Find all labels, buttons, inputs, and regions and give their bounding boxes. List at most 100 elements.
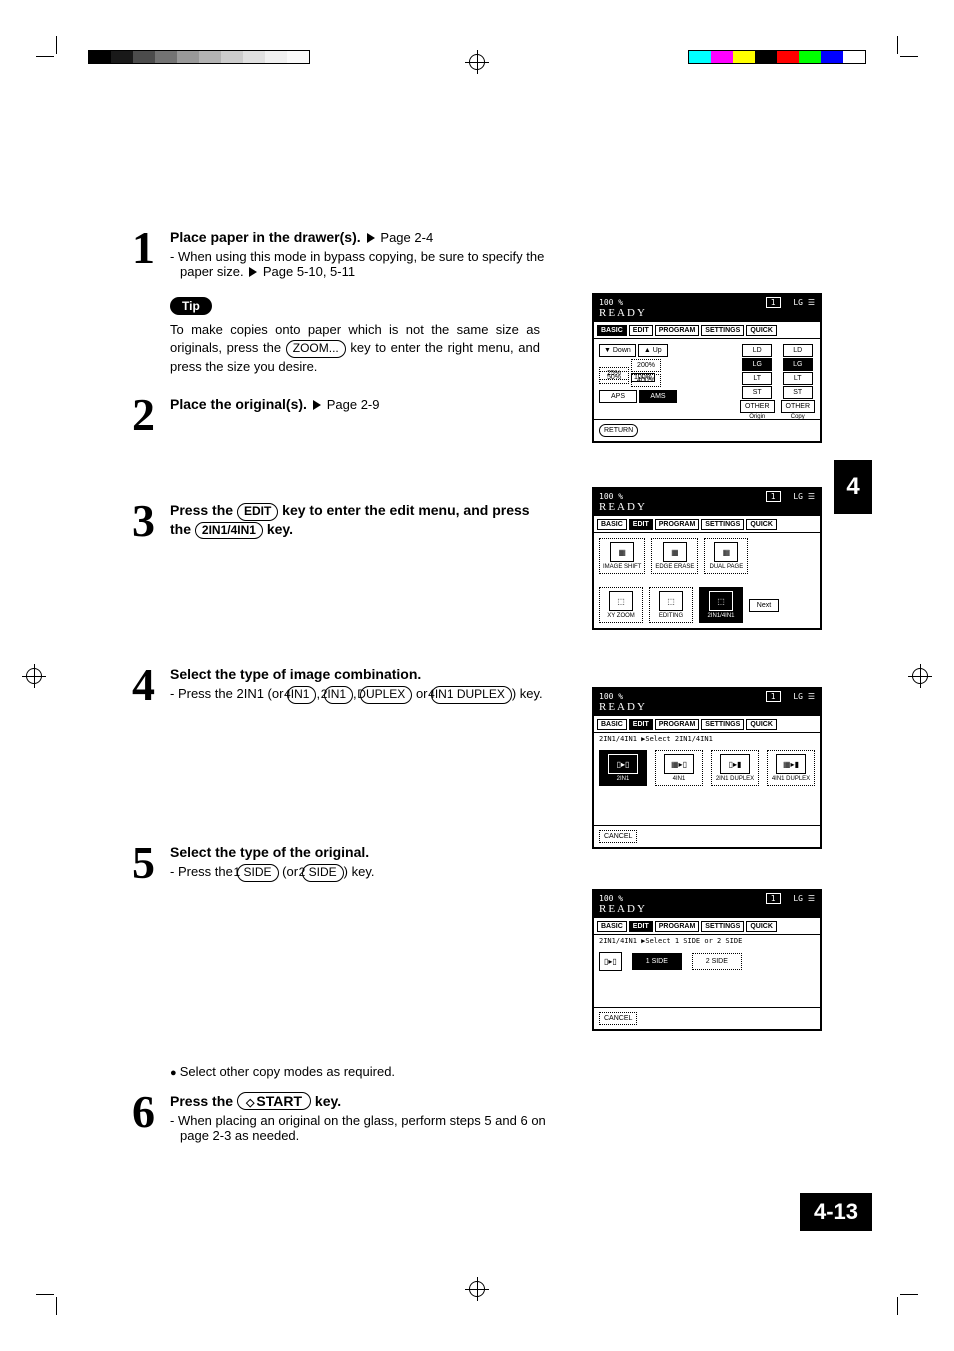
- 2in1-option: ▯▸▯2IN1: [599, 750, 647, 786]
- dualpage-btn: ▦DUAL PAGE: [704, 538, 748, 574]
- 2in1-key: 2IN1: [324, 686, 353, 704]
- tab-program: PROGRAM: [655, 325, 700, 336]
- step-number: 1: [132, 225, 162, 279]
- close-paren: ) key.: [344, 864, 375, 879]
- close-paren: ) key.: [512, 686, 543, 701]
- zoom-pct: 100 %: [599, 492, 623, 501]
- lcd-panel-edit: 100 %READY 1 LG ☰ BASIC EDIT PROGRAM SET…: [592, 487, 822, 630]
- step-title: Place the original(s).: [170, 396, 307, 412]
- paper-size: LG: [793, 894, 803, 903]
- cancel-btn: CANCEL: [599, 830, 637, 843]
- 4in1-key: 4IN1: [287, 686, 316, 704]
- origin-label: Origin: [749, 414, 765, 420]
- step-subtext: When using this mode in bypass copying, …: [178, 249, 544, 279]
- editing-btn: ⬚EDITING: [649, 587, 693, 623]
- ld-btn: LD: [742, 344, 772, 357]
- registration-mark: [908, 664, 932, 688]
- grayscale-bar: [88, 50, 310, 64]
- tab-program: PROGRAM: [655, 519, 700, 530]
- tab-settings: SETTINGS: [701, 519, 744, 530]
- step-1: 1 Place paper in the drawer(s). Page 2-4…: [132, 225, 552, 279]
- registration-mark: [22, 664, 46, 688]
- bullet-note: Select other copy modes as required.: [170, 1064, 550, 1079]
- page-reference: Page 2-9: [327, 397, 380, 412]
- 2in1-duplex-option: ▯▸▮2IN1 DUPLEX: [711, 750, 759, 786]
- comma: ,: [353, 686, 357, 701]
- lt-btn: LT: [742, 372, 772, 385]
- step-title-b: key.: [315, 1093, 341, 1109]
- step-subtext: When placing an original on the glass, p…: [170, 1113, 552, 1143]
- step-5: 5 Select the type of the original. Press…: [132, 840, 552, 886]
- copy-count: 1: [766, 691, 781, 702]
- zoom-pct: 100 %: [599, 298, 623, 307]
- step-number: 6: [132, 1089, 162, 1143]
- panel-tabs: BASIC EDIT PROGRAM SETTINGS QUICK: [594, 716, 820, 733]
- copy-label: Copy: [791, 414, 805, 420]
- st-btn: ST: [783, 386, 813, 399]
- 2side-option: 2 SIDE: [692, 953, 742, 970]
- breadcrumb: 2IN1/4IN1 ▶Select 1 SIDE or 2 SIDE: [594, 935, 820, 947]
- paper-size: LG: [793, 692, 803, 701]
- copy-count: 1: [766, 893, 781, 904]
- step-title: Place paper in the drawer(s).: [170, 229, 361, 245]
- registration-mark: [465, 1277, 489, 1301]
- 4in1-option: ▦▸▯4IN1: [655, 750, 703, 786]
- tab-quick: QUICK: [746, 325, 777, 336]
- ams-btn: AMS: [639, 390, 677, 403]
- arrow-icon: [367, 233, 375, 243]
- zoom-key: ZOOM...: [286, 340, 346, 358]
- step-sub-d: or: [416, 686, 428, 701]
- tab-basic: BASIC: [597, 719, 627, 730]
- status-ready: READY: [599, 903, 647, 915]
- aps-btn: APS: [599, 390, 637, 403]
- tab-edit: EDIT: [629, 325, 653, 336]
- 100pct-indicator: 100%: [631, 373, 655, 382]
- step-number: 5: [132, 840, 162, 886]
- edit-key: EDIT: [237, 503, 278, 521]
- tab-basic: BASIC: [597, 325, 627, 336]
- 4in1-duplex-option: ▦▸▮4IN1 DUPLEX: [767, 750, 815, 786]
- arrow-icon: [313, 400, 321, 410]
- step-number: 3: [132, 498, 162, 544]
- lg-btn: LG: [783, 358, 813, 371]
- lcd-panel-side-select: 100 %READY 1 LG ☰ BASIC EDIT PROGRAM SET…: [592, 889, 822, 1031]
- next-btn: Next: [749, 599, 779, 612]
- tab-program: PROGRAM: [655, 921, 700, 932]
- step-3: 3 Press the EDIT key to enter the edit m…: [132, 498, 552, 544]
- step-2: 2 Place the original(s). Page 2-9: [132, 392, 552, 438]
- breadcrumb: 2IN1/4IN1 ▶Select 2IN1/4IN1: [594, 733, 820, 745]
- mode-icon: ▯▸▯: [599, 952, 622, 971]
- 1side-key: 1 SIDE: [237, 864, 279, 882]
- 50pct-btn: 50%: [599, 371, 629, 384]
- return-btn: RETURN: [599, 424, 638, 437]
- tab-settings: SETTINGS: [701, 719, 744, 730]
- lg-btn: LG: [742, 358, 772, 371]
- tab-quick: QUICK: [746, 921, 777, 932]
- tab-edit: EDIT: [629, 921, 653, 932]
- paper-size: LG: [793, 298, 803, 307]
- duplex-key: DUPLEX: [360, 686, 412, 704]
- tab-settings: SETTINGS: [701, 325, 744, 336]
- tab-basic: BASIC: [597, 519, 627, 530]
- lt-btn: LT: [783, 372, 813, 385]
- tab-edit: EDIT: [629, 519, 653, 530]
- down-btn: ▼ Down: [599, 344, 636, 357]
- page-reference: Page 5-10, 5-11: [263, 264, 355, 279]
- comma: ,: [316, 686, 320, 701]
- zoom-pct: 100 %: [599, 894, 623, 903]
- 2side-key: 2 SIDE: [302, 864, 344, 882]
- 2in1-4in1-key: 2IN1/4IN1: [195, 522, 263, 540]
- tip-badge: Tip: [170, 297, 212, 315]
- color-bar: [688, 50, 866, 64]
- 4in1-duplex-key: 4IN1 DUPLEX: [431, 686, 512, 704]
- start-key: START: [237, 1092, 311, 1110]
- step-title: Select the type of image combination.: [170, 666, 552, 682]
- step-sub-a: Press the 2IN1 (or: [178, 686, 284, 701]
- tab-quick: QUICK: [746, 519, 777, 530]
- tab-program: PROGRAM: [655, 719, 700, 730]
- panel-tabs: BASIC EDIT PROGRAM SETTINGS QUICK: [594, 322, 820, 339]
- tab-quick: QUICK: [746, 719, 777, 730]
- page-content: 4 4-13 1 Place paper in the drawer(s). P…: [132, 225, 822, 1211]
- step-number: 2: [132, 392, 162, 438]
- zoom-pct: 100 %: [599, 692, 623, 701]
